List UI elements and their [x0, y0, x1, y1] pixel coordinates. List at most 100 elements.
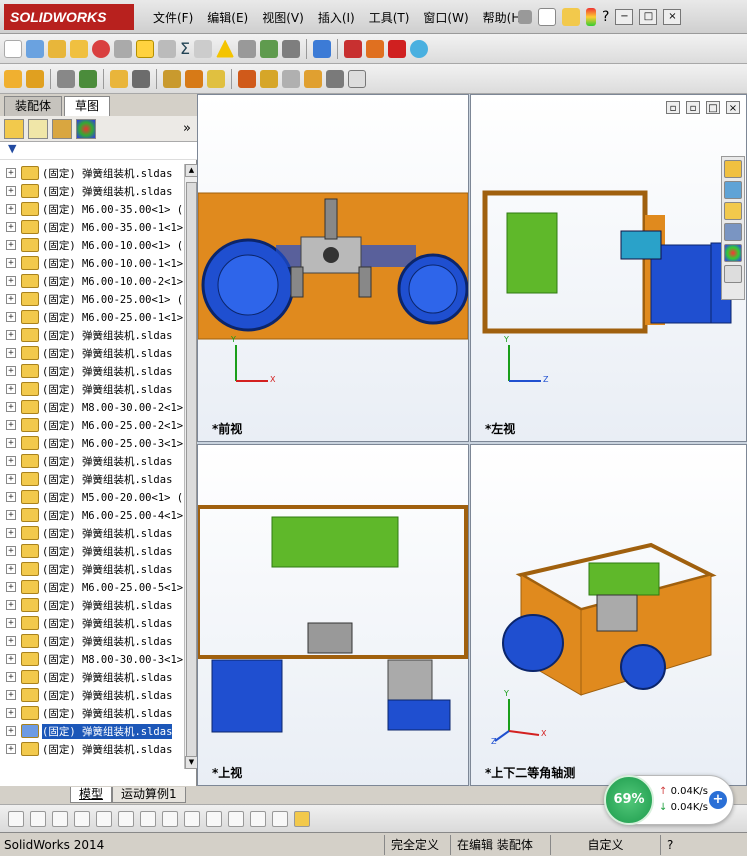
smart-fastener-icon[interactable]	[326, 69, 344, 88]
expand-toggle-icon[interactable]: +	[6, 582, 16, 592]
expand-toggle-icon[interactable]: +	[6, 348, 16, 358]
viewport-restore-button[interactable]: ▫	[666, 101, 680, 114]
appearances-icon[interactable]	[724, 244, 742, 262]
offset-icon[interactable]	[118, 810, 134, 827]
menu-tools[interactable]: 工具(T)	[362, 9, 417, 26]
scene-icon[interactable]	[410, 39, 429, 58]
menu-edit[interactable]: 编辑(E)	[200, 9, 255, 26]
check-icon[interactable]	[158, 39, 176, 58]
explode-line-icon[interactable]	[282, 69, 300, 88]
tree-item[interactable]: + (固定) 弹簧组装机.sldas	[0, 182, 184, 200]
expand-toggle-icon[interactable]: +	[6, 672, 16, 682]
close-button[interactable]: ×	[663, 9, 682, 25]
tree-item[interactable]: + (固定) M6.00-25.00<1> (	[0, 290, 184, 308]
tree-item[interactable]: + (固定) 弹簧组装机.sldas	[0, 380, 184, 398]
expand-toggle-icon[interactable]: +	[6, 528, 16, 538]
point-icon[interactable]	[8, 810, 24, 827]
expand-toggle-icon[interactable]: +	[6, 168, 16, 178]
expand-toggle-icon[interactable]: +	[6, 294, 16, 304]
viewport-front[interactable]: Y X *前视	[197, 94, 469, 442]
configuration-manager-icon[interactable]	[52, 118, 72, 139]
show-hidden-icon[interactable]	[132, 69, 150, 88]
warning-icon[interactable]	[216, 39, 235, 58]
viewport-link-button[interactable]: ▫	[686, 101, 700, 114]
expand-toggle-icon[interactable]: +	[6, 366, 16, 376]
bill-of-materials-icon[interactable]	[238, 69, 256, 88]
viewport-left[interactable]: Y Z *左视 ▫ ▫ □ ×	[470, 94, 747, 442]
reference-geometry-icon[interactable]	[185, 69, 203, 88]
expand-toggle-icon[interactable]: +	[6, 708, 16, 718]
tree-item[interactable]: + (固定) 弹簧组装机.sldas	[0, 614, 184, 632]
hole-icon[interactable]	[260, 39, 279, 58]
expand-toggle-icon[interactable]: +	[6, 618, 16, 628]
expand-toggle-icon[interactable]: +	[6, 474, 16, 484]
tab-model[interactable]: 模型	[70, 787, 113, 803]
tree-item[interactable]: + (固定) 弹簧组装机.sldas	[0, 164, 184, 182]
gear-icon[interactable]	[282, 39, 301, 58]
expand-toggle-icon[interactable]: +	[6, 636, 16, 646]
mate-icon[interactable]	[57, 69, 75, 88]
expand-toggle-icon[interactable]: +	[6, 420, 16, 430]
circle-icon[interactable]	[52, 810, 68, 827]
render-icon[interactable]	[366, 39, 385, 58]
tree-item[interactable]: + (固定) 弹簧组装机.sldas	[0, 542, 184, 560]
insert-component-icon[interactable]	[4, 69, 22, 88]
line-icon[interactable]	[30, 810, 46, 827]
polygon-icon[interactable]	[228, 810, 244, 827]
tree-item[interactable]: + (固定) M8.00-30.00-2<1>	[0, 398, 184, 416]
scroll-thumb[interactable]	[186, 182, 197, 762]
tree-item[interactable]: + (固定) M6.00-25.00-1<1>	[0, 308, 184, 326]
expand-toggle-icon[interactable]: +	[6, 690, 16, 700]
file-explorer-icon[interactable]	[724, 202, 742, 220]
solidworks-resources-icon[interactable]	[724, 160, 742, 178]
exploded-view-icon[interactable]	[260, 69, 278, 88]
rectangle-icon[interactable]	[74, 810, 90, 827]
tree-item[interactable]: + (固定) 弹簧组装机.sldas	[0, 344, 184, 362]
status-units[interactable]: 自定义	[550, 834, 660, 855]
menu-insert[interactable]: 插入(I)	[311, 9, 362, 26]
tree-item[interactable]: + (固定) 弹簧组装机.sldas	[0, 740, 184, 758]
clearance-icon[interactable]	[238, 39, 257, 58]
tree-item[interactable]: + (固定) M6.00-10.00-1<1>	[0, 254, 184, 272]
spellcheck-icon[interactable]	[4, 39, 22, 58]
tree-item[interactable]: + (固定) M6.00-25.00-4<1>	[0, 506, 184, 524]
tree-item[interactable]: + (固定) 弹簧组装机.sldas	[0, 596, 184, 614]
tree-item[interactable]: + (固定) 弹簧组装机.sldas	[0, 686, 184, 704]
tree-item[interactable]: + (固定) M6.00-25.00-5<1>	[0, 578, 184, 596]
view-palette-icon[interactable]	[724, 223, 742, 241]
tree-item[interactable]: + (固定) M8.00-30.00-3<1>	[0, 650, 184, 668]
menu-window[interactable]: 窗口(W)	[416, 9, 475, 26]
fillet-icon[interactable]	[162, 810, 178, 827]
tree-item[interactable]: + (固定) 弹簧组装机.sldas	[0, 560, 184, 578]
mirror-icon[interactable]	[140, 810, 156, 827]
custom-properties-icon[interactable]	[724, 265, 742, 283]
expand-toggle-icon[interactable]: +	[6, 204, 16, 214]
search-icon[interactable]	[26, 39, 44, 58]
assembly-feature-icon[interactable]	[163, 69, 181, 88]
arc-icon[interactable]	[184, 810, 200, 827]
measure-icon[interactable]	[70, 39, 88, 58]
gauge-icon[interactable]	[92, 39, 110, 58]
menu-file[interactable]: 文件(F)	[146, 9, 200, 26]
dimension-icon[interactable]	[250, 810, 266, 827]
instant3d-icon[interactable]	[304, 69, 322, 88]
network-speed-widget[interactable]: 69% ↑ 0.04K/s ↓ 0.04K/s +	[604, 775, 734, 825]
explode-icon[interactable]	[344, 39, 363, 58]
relations-icon[interactable]	[272, 810, 288, 827]
expand-toggle-icon[interactable]: +	[6, 186, 16, 196]
tree-item[interactable]: + (固定) M5.00-20.00<1> (	[0, 488, 184, 506]
tree-item[interactable]: + (固定) 弹簧组装机.sldas	[0, 668, 184, 686]
tree-item[interactable]: + (固定) M6.00-35.00-1<1>	[0, 218, 184, 236]
display-manager-icon[interactable]	[76, 118, 96, 139]
snapshot-icon[interactable]	[348, 69, 366, 88]
tree-item[interactable]: + (固定) 弹簧组装机.sldas	[0, 470, 184, 488]
expand-toggle-icon[interactable]: +	[6, 492, 16, 502]
new-document-icon[interactable]	[538, 8, 556, 26]
balance-icon[interactable]	[48, 39, 66, 58]
compare-icon[interactable]	[313, 39, 332, 58]
new-motion-study-icon[interactable]	[207, 69, 225, 88]
expand-toggle-icon[interactable]: +	[6, 222, 16, 232]
tree-item[interactable]: + (固定) M6.00-10.00<1> (	[0, 236, 184, 254]
tree-scrollbar[interactable]: ▲ ▼	[184, 164, 198, 769]
viewport-maximize-button[interactable]: □	[706, 101, 720, 114]
